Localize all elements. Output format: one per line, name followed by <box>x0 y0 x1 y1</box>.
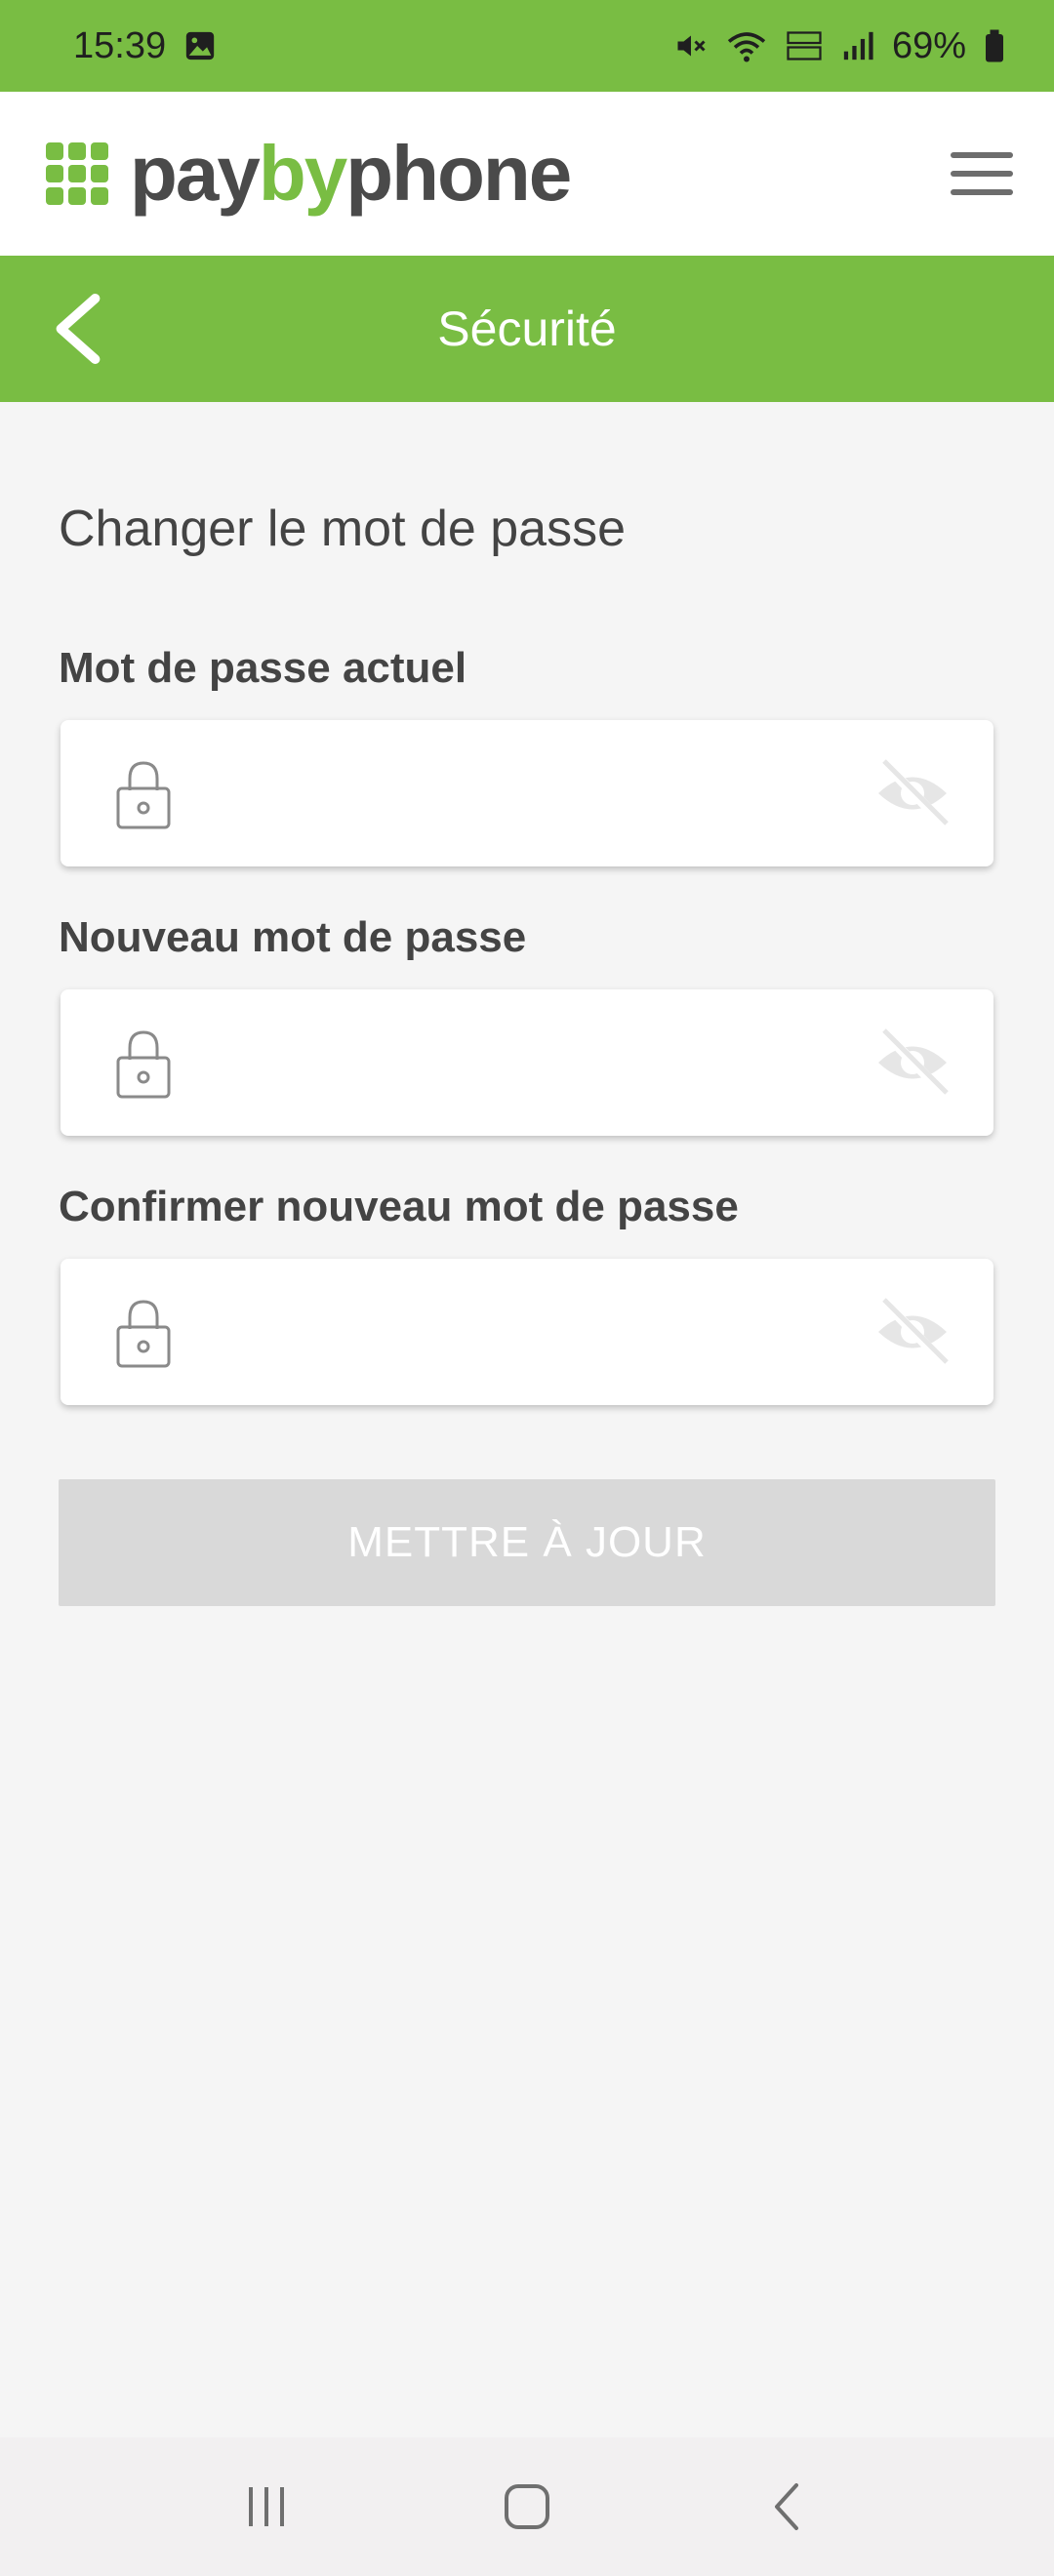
back-button[interactable] <box>729 2458 846 2556</box>
new-password-label: Nouveau mot de passe <box>59 913 527 961</box>
recent-apps-icon <box>249 2487 285 2526</box>
system-nav-bar <box>0 2437 1054 2576</box>
back-arrow-icon[interactable] <box>49 293 107 365</box>
home-icon <box>504 2484 549 2529</box>
logo-wordmark: paybyphone <box>130 130 572 217</box>
battery-percent: 69% <box>891 24 966 66</box>
page-title: Sécurité <box>437 302 617 356</box>
current-password-field[interactable] <box>61 720 993 866</box>
gallery-icon <box>185 31 215 60</box>
new-password-field[interactable] <box>61 989 993 1136</box>
confirm-password-input[interactable] <box>207 1288 871 1376</box>
home-button[interactable] <box>468 2458 586 2556</box>
lock-icon <box>116 1300 171 1368</box>
eye-slash-icon[interactable] <box>872 753 953 833</box>
eye-slash-icon[interactable] <box>872 1292 953 1372</box>
volte-icon <box>787 31 822 60</box>
section-title: Changer le mot de passe <box>59 501 627 557</box>
battery-icon <box>986 29 1003 62</box>
brand-header: paybyphone <box>0 92 1054 256</box>
paybyphone-logo: paybyphone <box>46 130 572 217</box>
hamburger-menu-icon[interactable] <box>951 152 1013 195</box>
recent-apps-button[interactable] <box>208 2458 325 2556</box>
screen: 15:39 69% paybyphone Sécurité Changer le… <box>0 0 1054 2576</box>
mute-icon <box>677 35 706 57</box>
wifi-icon <box>727 32 766 62</box>
confirm-password-label: Confirmer nouveau mot de passe <box>59 1183 739 1230</box>
status-bar: 15:39 69% <box>0 0 1054 92</box>
lock-icon <box>116 1030 171 1099</box>
title-bar: Sécurité <box>0 256 1054 402</box>
confirm-password-field[interactable] <box>61 1259 993 1405</box>
logo-grid-icon <box>46 142 108 205</box>
signal-icon <box>843 31 873 60</box>
lock-icon <box>116 761 171 829</box>
current-password-input[interactable] <box>207 749 871 837</box>
new-password-input[interactable] <box>207 1019 871 1107</box>
status-time: 15:39 <box>73 24 167 66</box>
back-icon <box>774 2483 798 2530</box>
current-password-label: Mot de passe actuel <box>59 644 467 692</box>
eye-slash-icon[interactable] <box>872 1023 953 1103</box>
update-button[interactable]: METTRE À JOUR <box>59 1479 995 1606</box>
